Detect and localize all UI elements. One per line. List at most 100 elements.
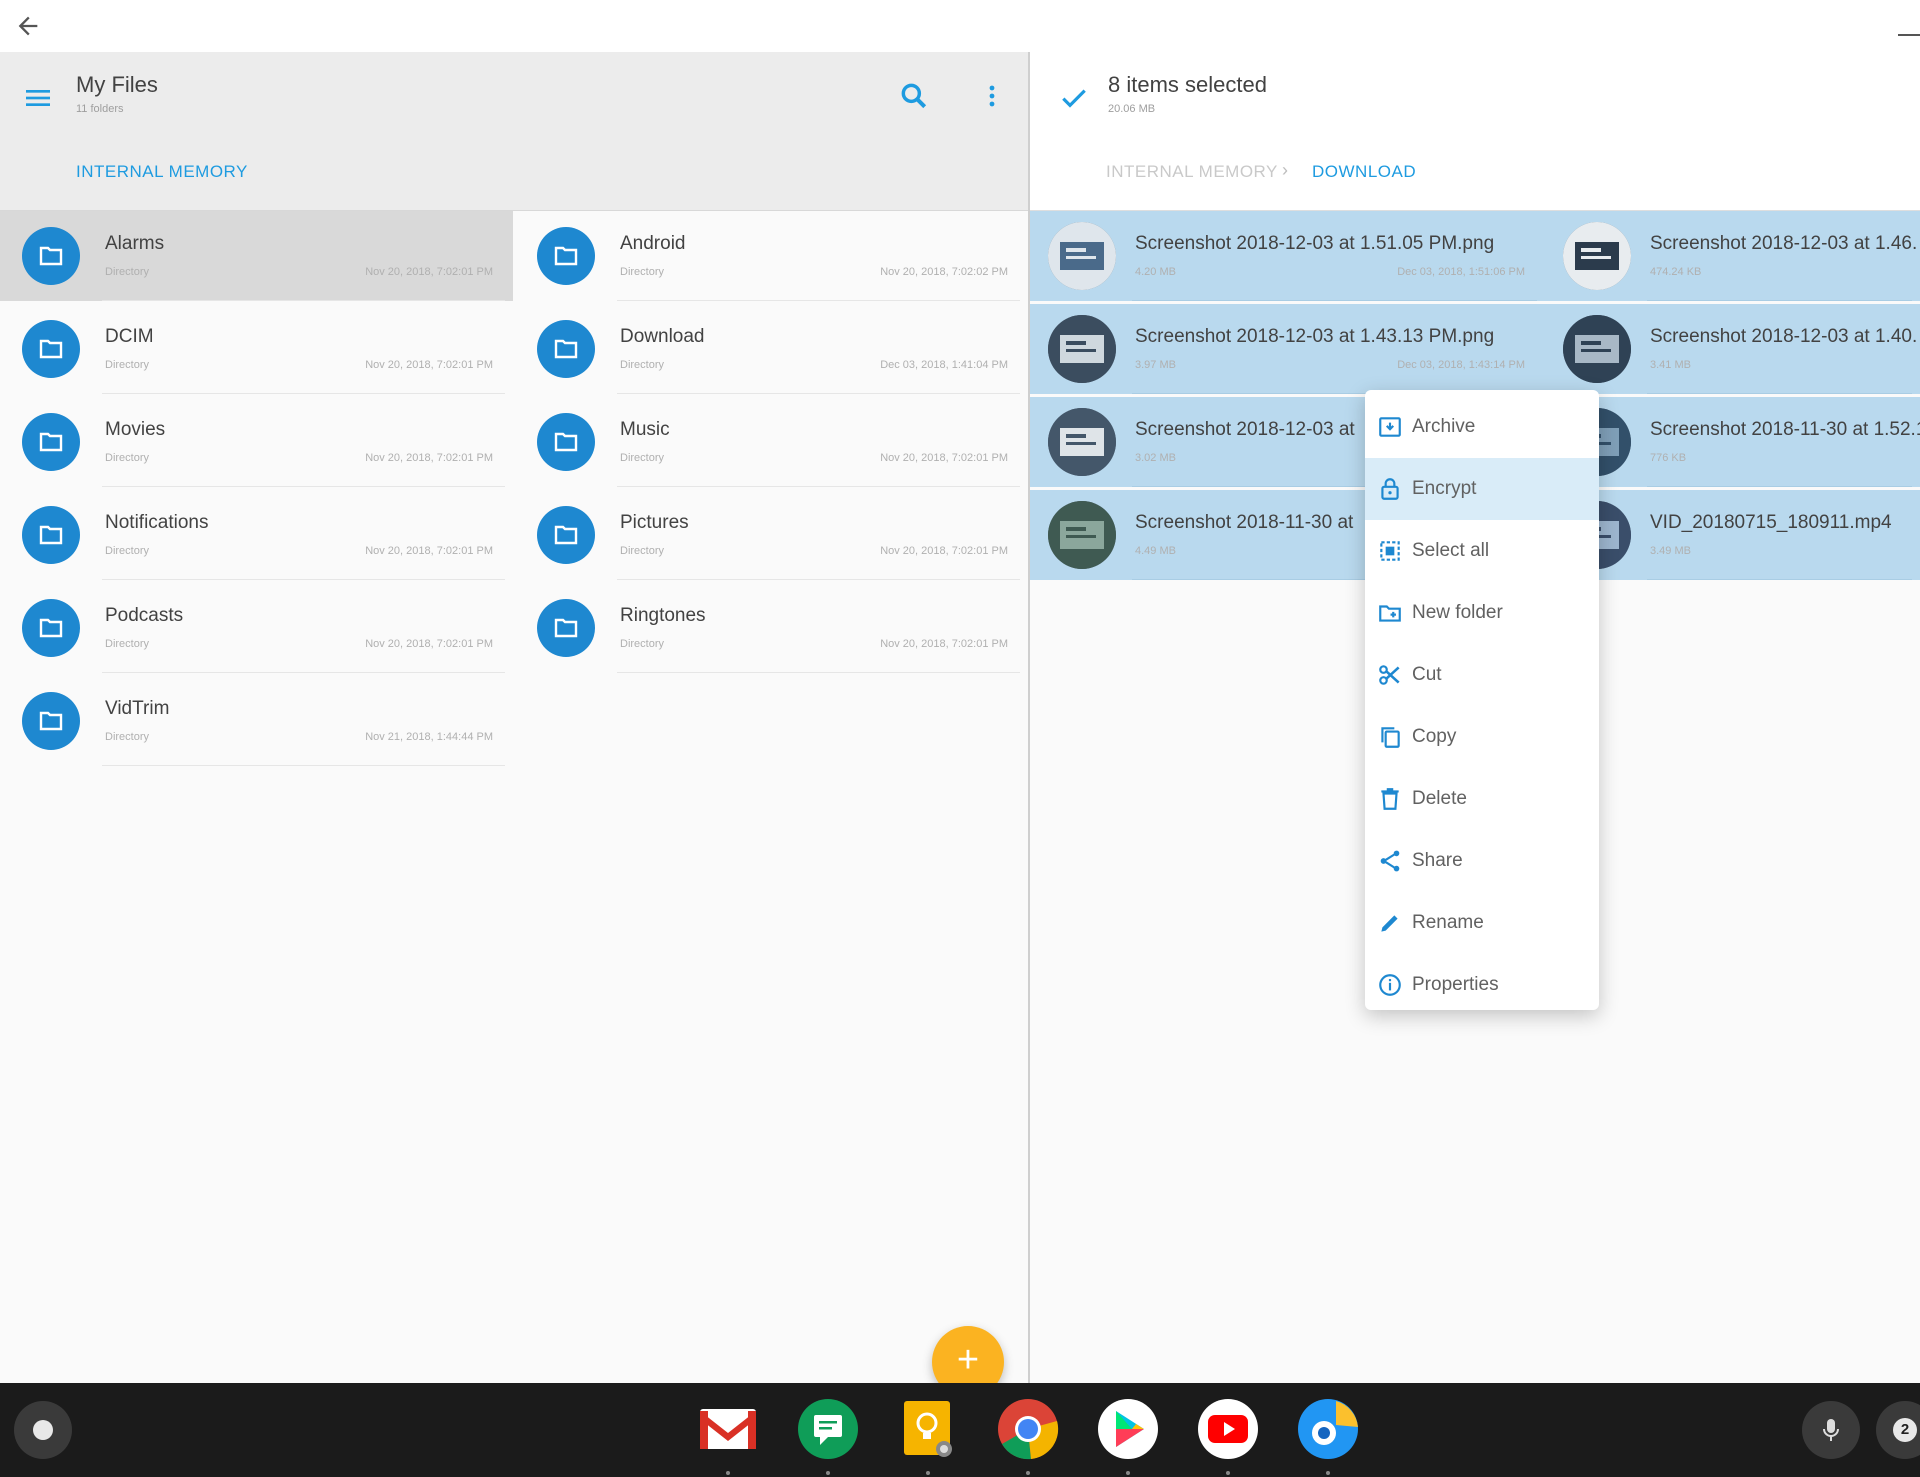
breadcrumb-internal-memory[interactable]: INTERNAL MEMORY: [76, 162, 248, 182]
minimize-icon[interactable]: [1898, 34, 1920, 36]
folder-item[interactable]: Ringtones Directory Nov 20, 2018, 7:02:01 …: [515, 583, 1028, 673]
image-preview-icon: [1048, 501, 1116, 569]
menu-item-new-folder[interactable]: New folder: [1365, 582, 1599, 644]
menu-item-copy[interactable]: Copy: [1365, 706, 1599, 768]
file-item[interactable]: Screenshot 2018-12-03 at 1.40. 3.41 MB: [1545, 304, 1920, 394]
select-all-icon: [1380, 541, 1400, 561]
checkmark-icon[interactable]: [1058, 82, 1090, 114]
row-divider: [102, 300, 505, 301]
status-area[interactable]: 2: [1876, 1401, 1920, 1459]
running-indicator: [1326, 1471, 1330, 1475]
file-item[interactable]: Screenshot 2018-12-03 at 1.43.13 PM.png 3…: [1030, 304, 1545, 394]
youtube-app-button[interactable]: [1196, 1397, 1260, 1461]
folder-date: Nov 20, 2018, 7:02:02 PM: [880, 266, 1008, 278]
row-divider: [1647, 486, 1912, 487]
folder-date: Nov 20, 2018, 7:02:01 PM: [880, 545, 1008, 557]
file-item[interactable]: Screenshot 2018-11-30 at 1.52.1 776 KB: [1545, 397, 1920, 487]
menu-item-archive[interactable]: Archive: [1365, 396, 1599, 458]
file-date: Dec 03, 2018, 1:43:14 PM: [1397, 359, 1525, 371]
folder-item[interactable]: Download Directory Dec 03, 2018, 1:41:04 P…: [515, 304, 1028, 394]
folder-item[interactable]: VidTrim Directory Nov 21, 2018, 1:44:44 PM: [0, 676, 513, 766]
folder-type: Directory: [105, 452, 150, 464]
file-thumbnail: [1048, 408, 1116, 476]
add-button[interactable]: +: [932, 1326, 1004, 1383]
file-item[interactable]: Screenshot 2018-12-03 at 1.51.05 PM.png 4…: [1030, 211, 1545, 301]
launcher-button[interactable]: [14, 1401, 72, 1459]
keep-app-button[interactable]: [896, 1397, 960, 1461]
gmail-icon: [700, 1409, 756, 1449]
menu-item-label: Archive: [1412, 416, 1476, 437]
back-arrow-icon[interactable]: [14, 12, 42, 40]
folder-icon: [22, 506, 80, 564]
folder-icon: [537, 227, 595, 285]
chrome-app-button[interactable]: [996, 1397, 1060, 1461]
row-divider: [1132, 300, 1537, 301]
file-item[interactable]: VID_20180715_180911.mp4 3.49 MB: [1545, 490, 1920, 580]
folder-date: Nov 20, 2018, 7:02:01 PM: [365, 359, 493, 371]
context-menu: Archive Encrypt Select all New folder Cut Cop…: [1365, 390, 1599, 1010]
more-vert-icon[interactable]: [976, 80, 1008, 112]
file-name: VID_20180715_180911.mp4: [1650, 512, 1892, 533]
files-app-app-button[interactable]: [1296, 1397, 1360, 1461]
row-divider: [617, 393, 1020, 394]
menu-item-properties[interactable]: Properties: [1365, 954, 1599, 1016]
menu-item-select-all[interactable]: Select all: [1365, 520, 1599, 582]
microphone-button[interactable]: [1802, 1401, 1860, 1459]
menu-item-delete[interactable]: Delete: [1365, 768, 1599, 830]
menu-item-rename[interactable]: Rename: [1365, 892, 1599, 954]
menu-item-label: Cut: [1412, 664, 1442, 685]
folder-date: Nov 20, 2018, 7:02:01 PM: [365, 545, 493, 557]
scissors-icon: [1379, 665, 1400, 685]
menu-item-encrypt[interactable]: Encrypt: [1365, 458, 1599, 520]
youtube-icon: [1198, 1399, 1258, 1459]
folder-name: Music: [620, 419, 670, 440]
play-store-app-button[interactable]: [1096, 1397, 1160, 1461]
search-icon[interactable]: [898, 80, 930, 112]
folder-icon: [22, 320, 80, 378]
row-divider: [102, 579, 505, 580]
folder-date: Nov 21, 2018, 1:44:44 PM: [365, 731, 493, 743]
folder-item[interactable]: Pictures Directory Nov 20, 2018, 7:02:01 P…: [515, 490, 1028, 580]
row-divider: [1647, 300, 1912, 301]
selection-count: 8 items selected: [1108, 72, 1267, 97]
folder-glyph-icon: [554, 525, 578, 545]
image-preview-icon: [1048, 408, 1116, 476]
notification-count-badge: 2: [1893, 1418, 1917, 1442]
breadcrumb-separator-icon: ›: [1282, 160, 1288, 180]
folder-item[interactable]: DCIM Directory Nov 20, 2018, 7:02:01 PM: [0, 304, 513, 394]
folder-icon: [22, 692, 80, 750]
file-thumbnail: [1048, 222, 1116, 290]
row-divider: [617, 672, 1020, 673]
file-item[interactable]: Screenshot 2018-12-03 at 1.46. 474.24 KB: [1545, 211, 1920, 301]
file-thumbnail: [1048, 315, 1116, 383]
file-name: Screenshot 2018-11-30 at 1.52.1: [1650, 419, 1920, 440]
image-preview-icon: [1048, 315, 1116, 383]
hamburger-menu-icon[interactable]: [22, 82, 54, 114]
menu-item-label: Copy: [1412, 726, 1457, 747]
row-divider: [102, 672, 505, 673]
folder-item[interactable]: Android Directory Nov 20, 2018, 7:02:02 PM: [515, 211, 1028, 301]
selection-size: 20.06 MB: [1108, 103, 1156, 115]
gmail-app-button[interactable]: [696, 1397, 760, 1461]
folder-icon: [22, 413, 80, 471]
folder-item[interactable]: Notifications Directory Nov 20, 2018, 7:02…: [0, 490, 513, 580]
breadcrumb-internal-memory[interactable]: INTERNAL MEMORY: [1106, 162, 1278, 182]
folder-item[interactable]: Music Directory Nov 20, 2018, 7:02:01 PM: [515, 397, 1028, 487]
hangouts-chat-icon: [798, 1399, 858, 1459]
menu-item-share[interactable]: Share: [1365, 830, 1599, 892]
hangouts-chat-app-button[interactable]: [796, 1397, 860, 1461]
folder-glyph-icon: [39, 339, 63, 359]
folder-item[interactable]: Movies Directory Nov 20, 2018, 7:02:01 PM: [0, 397, 513, 487]
image-preview-icon: [1563, 315, 1631, 383]
plus-icon: +: [956, 1339, 980, 1381]
menu-item-cut[interactable]: Cut: [1365, 644, 1599, 706]
folder-item[interactable]: Alarms Directory Nov 20, 2018, 7:02:01 PM: [0, 211, 513, 301]
image-preview-icon: [1048, 222, 1116, 290]
breadcrumb-download[interactable]: DOWNLOAD: [1312, 162, 1416, 182]
running-indicator: [1026, 1471, 1030, 1475]
menu-item-label: Properties: [1412, 974, 1499, 995]
menu-item-label: New folder: [1412, 602, 1503, 623]
folder-name: Download: [620, 326, 705, 347]
folder-item[interactable]: Podcasts Directory Nov 20, 2018, 7:02:01 P…: [0, 583, 513, 673]
image-preview-icon: [1563, 222, 1631, 290]
